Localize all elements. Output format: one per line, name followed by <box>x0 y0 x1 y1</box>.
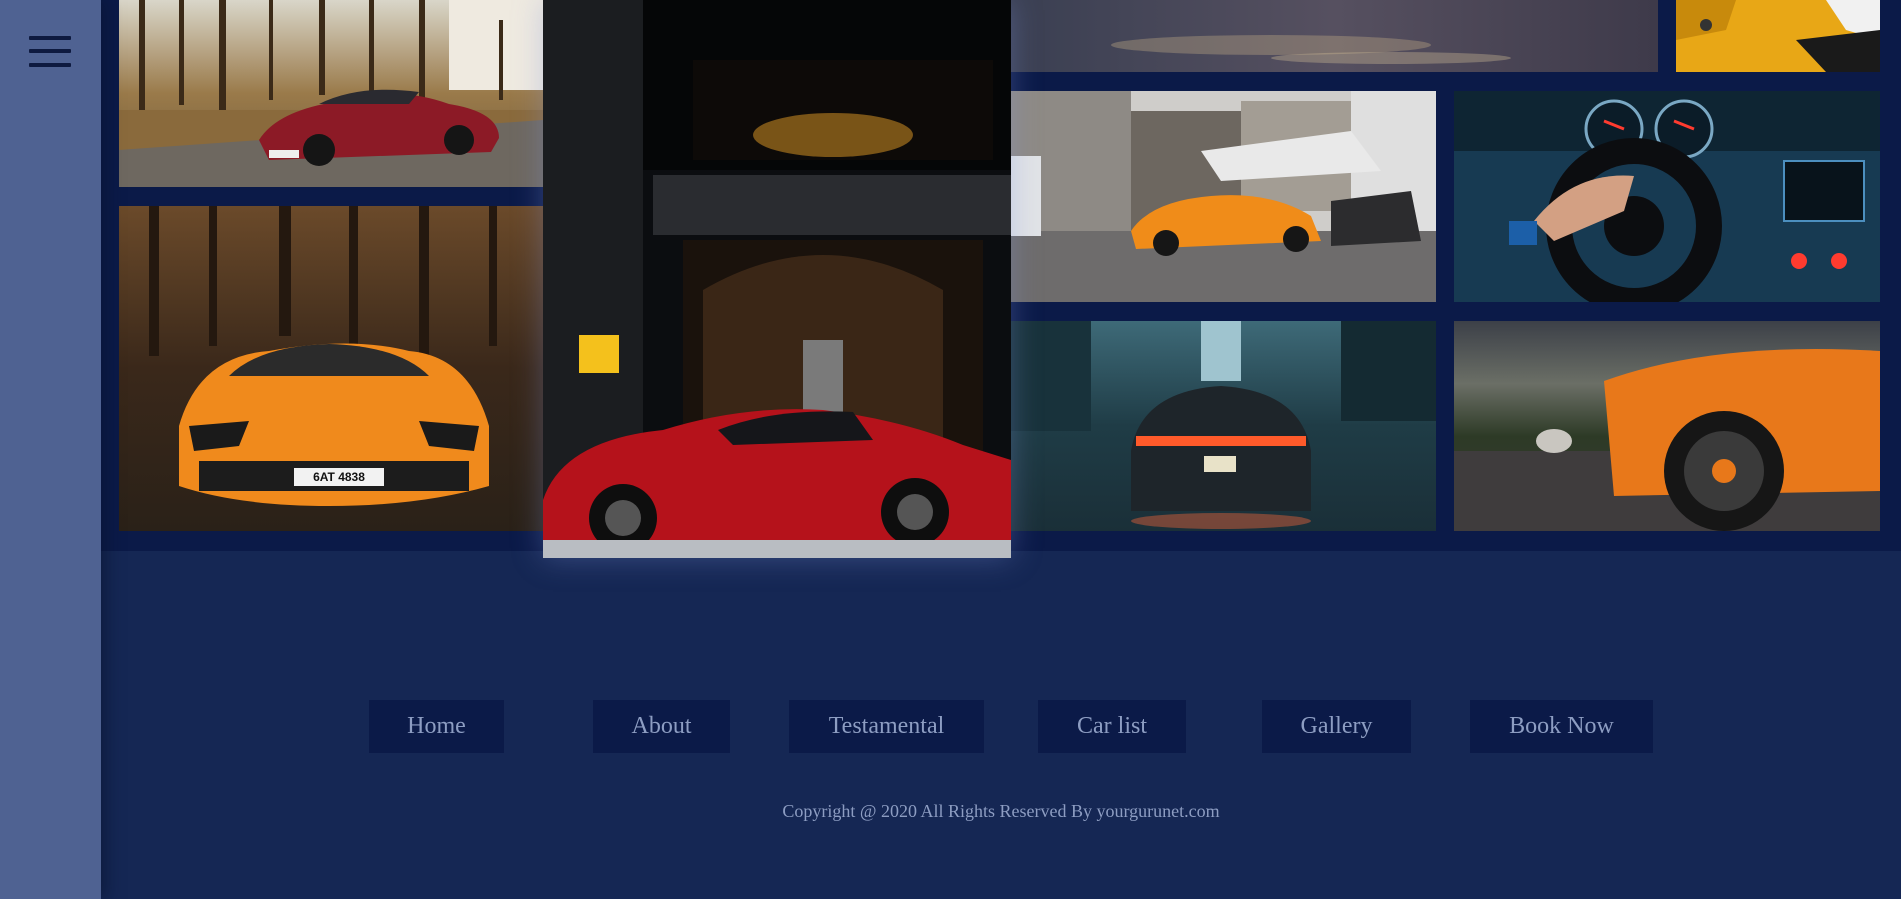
menu-bar <box>29 63 71 67</box>
nav-book-now-button[interactable]: Book Now <box>1470 700 1653 753</box>
orange-supercar-in-woods-image[interactable]: 6AT 4838 <box>119 206 543 531</box>
copyright-text: Copyright @ 2020 All Rights Reserved By … <box>782 801 1220 821</box>
nav-gallery-button[interactable]: Gallery <box>1262 700 1411 753</box>
nav-home-button[interactable]: Home <box>369 700 504 753</box>
car-on-wet-road-image[interactable] <box>1011 0 1658 72</box>
sidebar <box>0 0 101 899</box>
license-plate-text: 6AT 4838 <box>313 470 365 484</box>
hamburger-menu-icon[interactable] <box>29 34 71 70</box>
orange-supercar-wheel-image[interactable] <box>1454 321 1880 531</box>
car-dashboard-steering-wheel-image[interactable] <box>1454 91 1880 302</box>
orange-supercar-city-street-image[interactable] <box>1011 91 1436 302</box>
nav-about-button[interactable]: About <box>593 700 730 753</box>
nav-testamental-button[interactable]: Testamental <box>789 700 984 753</box>
red-coupe-at-hotel-entrance-image[interactable] <box>543 0 1011 558</box>
menu-bar <box>29 36 71 40</box>
nav-car-list-button[interactable]: Car list <box>1038 700 1186 753</box>
red-sports-car-in-forest-image[interactable] <box>119 0 543 187</box>
menu-bar <box>29 49 71 53</box>
gallery-section: 6AT 4838 <box>101 0 1901 558</box>
yellow-supercar-detail-image[interactable] <box>1676 0 1880 72</box>
sports-car-rear-rainy-street-image[interactable] <box>1011 321 1436 531</box>
